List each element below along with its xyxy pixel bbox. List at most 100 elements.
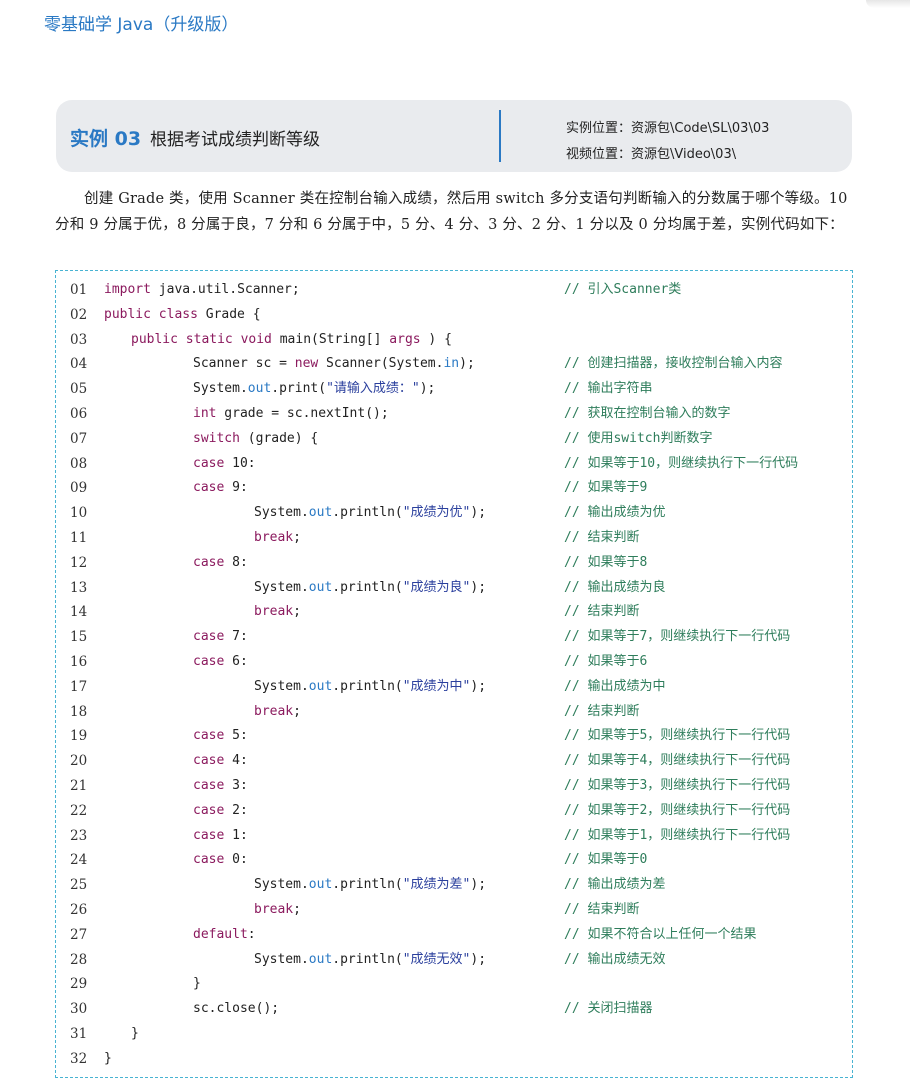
code-text: System.out.println("成绩为差"); [254, 873, 486, 898]
code-text: break; [254, 526, 301, 551]
code-comment: // 输出字符串 [564, 381, 653, 397]
code-token: .println( [332, 505, 403, 521]
code-token: java.util.Scanner; [158, 282, 300, 297]
code-text: } [104, 1047, 112, 1072]
code-comment: // 输出成绩无效 [564, 951, 666, 967]
code-token: ); [419, 381, 436, 397]
code-line: 15 case 7: // 如果等于7，则继续执行下一行代码 [56, 625, 852, 650]
code-token: new [294, 356, 319, 372]
example-number: 实例 03 [70, 128, 142, 150]
code-token: case [193, 802, 225, 818]
code-token: .println( [332, 678, 403, 694]
code-comment: // 如果等于9 [564, 480, 648, 496]
code-text: case 4: [193, 749, 248, 774]
code-line: 16 case 6: // 如果等于6 [56, 650, 852, 675]
line-number: 06 [70, 406, 88, 422]
line-number: 11 [70, 530, 88, 546]
code-text: case 2: [193, 799, 248, 824]
code-line: 02 public class Grade { [56, 303, 852, 328]
code-comment: // 结束判断 [564, 902, 640, 917]
line-number: 05 [70, 381, 88, 398]
code-comment: // 如果等于5，则继续执行下一行代码 [564, 728, 791, 744]
code-comment: // 输出成绩为良 [564, 579, 666, 595]
line-number: 15 [70, 629, 88, 646]
code-token: public class [104, 306, 198, 322]
code-text: break; [254, 600, 301, 625]
code-line: 09 case 9: // 如果等于9 [56, 476, 852, 501]
code-token: ; [293, 703, 301, 719]
line-number: 27 [70, 926, 88, 943]
code-comment: // 如果等于0 [564, 852, 648, 868]
code-token: System. [254, 678, 309, 694]
line-number: 22 [70, 802, 88, 819]
code-line: 10 System.out.println("成绩为优"); // 输出成绩为优 [56, 501, 852, 526]
code-token: ); [470, 505, 487, 521]
code-token: System. [254, 877, 309, 893]
line-number: 30 [70, 1001, 88, 1018]
example-location: 实例位置：资源包\Code\SL\03\03 [566, 121, 770, 136]
code-token: System. [254, 951, 309, 967]
code-text: sc.close(); [193, 997, 279, 1022]
code-token: import [104, 282, 151, 297]
line-number: 07 [70, 430, 88, 447]
code-token: break [254, 902, 294, 917]
code-token: int [193, 406, 217, 421]
code-token: case [193, 455, 225, 471]
book-title: 零基础学 Java（升级版） [44, 15, 239, 35]
code-token: out [308, 579, 333, 595]
page-corner-shadow [866, 0, 910, 8]
code-text: break; [254, 700, 301, 725]
code-token: : [247, 926, 256, 942]
code-comment: // 结束判断 [564, 703, 640, 719]
code-text: case 1: [193, 824, 248, 849]
code-line: 13 System.out.println("成绩为良"); // 输出成绩为良 [56, 576, 852, 601]
code-token: out [247, 381, 272, 397]
code-line: 28 System.out.println("成绩无效"); // 输出成绩无效 [56, 948, 852, 973]
code-token: break [254, 703, 294, 719]
line-number: 04 [70, 356, 88, 373]
code-token: case [193, 554, 225, 570]
code-token: 5: [224, 728, 248, 744]
code-line: 12 case 8: // 如果等于8 [56, 551, 852, 576]
code-token: } [104, 1050, 112, 1066]
code-token: System. [254, 505, 309, 521]
line-number: 23 [70, 827, 88, 844]
line-number: 18 [70, 703, 88, 720]
example-title: 根据考试成绩判断等级 [150, 130, 320, 150]
code-token: "成绩为良" [402, 579, 471, 595]
code-token: Scanner(System. [318, 356, 444, 372]
code-token: sc.close(); [193, 1001, 280, 1017]
code-token: 0: [224, 852, 248, 868]
code-line: 19 case 5: // 如果等于5，则继续执行下一行代码 [56, 724, 852, 749]
code-comment: // 结束判断 [564, 530, 640, 545]
code-token: 1: [224, 827, 248, 843]
example-banner: 实例 03 根据考试成绩判断等级 实例位置：资源包\Code\SL\03\03 … [56, 100, 852, 172]
code-token: break [254, 604, 294, 620]
code-token: out [308, 678, 333, 694]
code-comment: // 输出成绩为差 [564, 877, 666, 893]
code-comment: // 结束判断 [564, 604, 640, 620]
code-line: 27 default: // 如果不符合以上任何一个结果 [56, 923, 852, 948]
line-number: 26 [70, 902, 88, 918]
code-token: case [193, 728, 225, 744]
code-token: case [193, 778, 225, 793]
code-token: out [308, 951, 333, 967]
code-token: switch [193, 430, 240, 446]
code-token: ); [470, 678, 487, 694]
code-token: break [254, 530, 294, 545]
code-line: 24 case 0: // 如果等于0 [56, 848, 852, 873]
code-token: 2: [224, 802, 248, 818]
code-token: } [131, 1026, 139, 1041]
code-line: 11 break; // 结束判断 [56, 526, 852, 551]
line-number: 01 [70, 282, 88, 298]
code-token: 4: [224, 753, 248, 769]
example-video-location: 视频位置：资源包\Video\03\ [566, 147, 737, 162]
code-comment: // 如果不符合以上任何一个结果 [564, 926, 757, 942]
code-line: 22 case 2: // 如果等于2，则继续执行下一行代码 [56, 799, 852, 824]
code-token: System. [254, 579, 309, 595]
code-token: in [443, 356, 460, 372]
code-text: case 5: [193, 724, 248, 749]
code-text: import java.util.Scanner; [104, 278, 300, 303]
code-comment: // 输出成绩为优 [564, 505, 666, 521]
code-text: case 3: [193, 774, 248, 799]
